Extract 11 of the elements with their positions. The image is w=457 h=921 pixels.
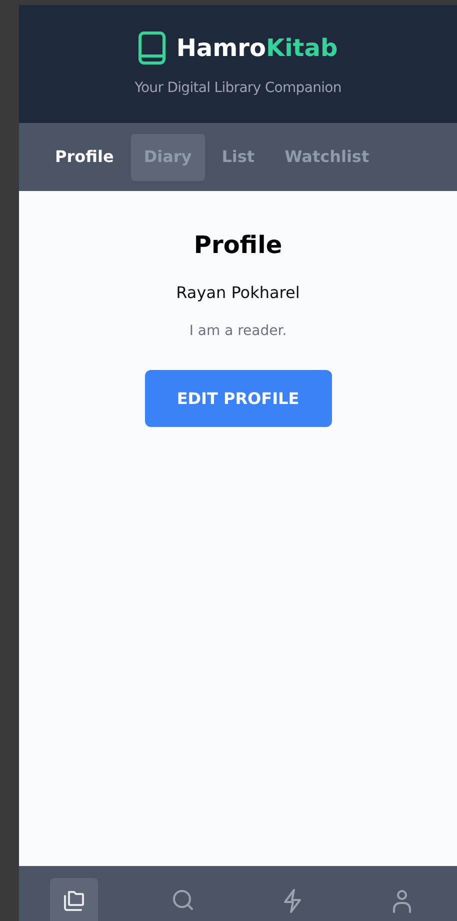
nav-button[interactable] xyxy=(50,878,98,921)
tab[interactable]: Profile xyxy=(42,134,127,180)
brand-name: HamroKitab xyxy=(176,32,338,64)
book-icon xyxy=(138,30,166,64)
user-name: Rayan Pokharel xyxy=(176,282,300,304)
edit-profile-button[interactable]: EDIT PROFILE xyxy=(144,370,332,427)
tagline: Your Digital Library Companion xyxy=(134,78,342,98)
tab[interactable]: Watchlist xyxy=(272,134,382,180)
tab[interactable]: List xyxy=(208,134,268,180)
page-title: Profile xyxy=(194,230,282,261)
user-bio: I am a reader. xyxy=(189,322,287,341)
